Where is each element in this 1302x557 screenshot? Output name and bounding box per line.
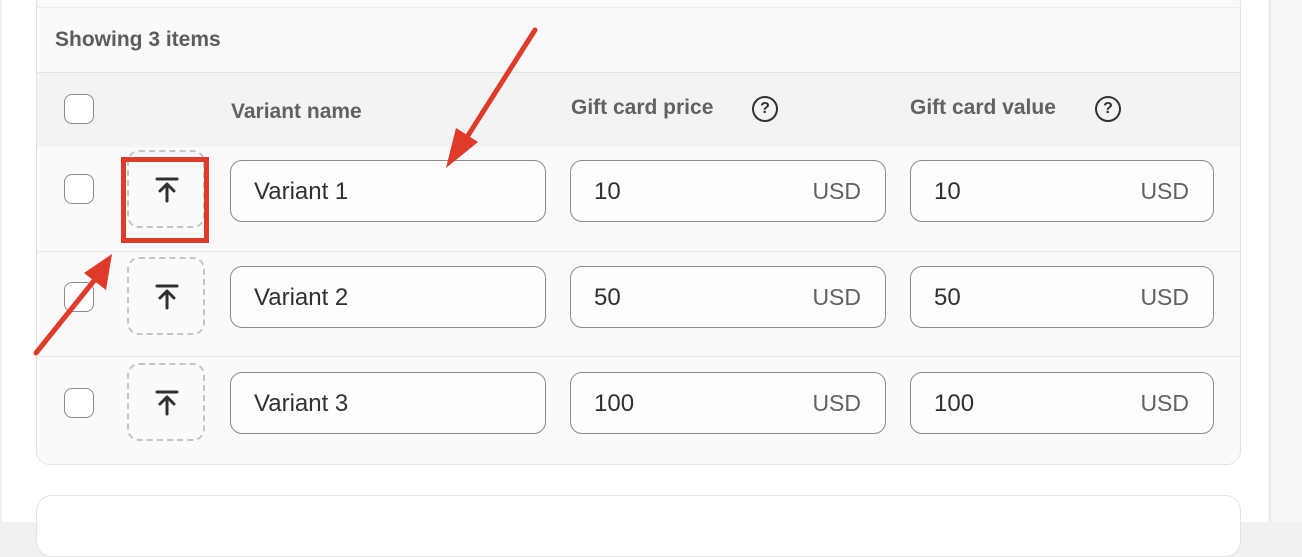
currency-suffix: USD bbox=[812, 178, 861, 204]
variant-name-input[interactable]: Variant 3 bbox=[230, 372, 546, 434]
page-scroll-gutter bbox=[1270, 0, 1302, 522]
row-checkbox[interactable] bbox=[64, 282, 94, 312]
table-row: Variant 3 100 USD 100 USD bbox=[37, 357, 1240, 462]
value-value: 100 bbox=[934, 390, 975, 417]
value-value: 10 bbox=[934, 178, 961, 205]
divider bbox=[37, 7, 1240, 8]
variant-name-value: Variant 3 bbox=[254, 390, 349, 417]
table-row: Variant 1 10 USD 10 USD bbox=[37, 147, 1240, 252]
question-circle-icon[interactable]: ? bbox=[1095, 96, 1121, 122]
currency-suffix: USD bbox=[812, 390, 861, 416]
upload-media-button[interactable] bbox=[127, 257, 205, 335]
variant-name-value: Variant 2 bbox=[254, 284, 349, 311]
column-header-variant-name: Variant name bbox=[231, 100, 362, 123]
gift-card-price-input[interactable]: 50 USD bbox=[570, 266, 886, 328]
select-all-checkbox[interactable] bbox=[64, 94, 94, 124]
price-value: 50 bbox=[594, 284, 621, 311]
next-card bbox=[36, 495, 1241, 557]
variants-card: Showing 3 items Variant name Gift card p… bbox=[2, 0, 1268, 557]
variants-table-panel: Showing 3 items Variant name Gift card p… bbox=[36, 0, 1241, 465]
gift-card-value-input[interactable]: 100 USD bbox=[910, 372, 1214, 434]
row-checkbox[interactable] bbox=[64, 174, 94, 204]
currency-suffix: USD bbox=[812, 284, 861, 310]
variant-name-value: Variant 1 bbox=[254, 178, 349, 205]
currency-suffix: USD bbox=[1140, 390, 1189, 416]
row-checkbox[interactable] bbox=[64, 388, 94, 418]
price-value: 100 bbox=[594, 390, 635, 417]
column-header-gift-card-value: Gift card value bbox=[910, 96, 1056, 119]
items-count-label: Showing 3 items bbox=[55, 28, 221, 51]
variant-name-input[interactable]: Variant 1 bbox=[230, 160, 546, 222]
value-value: 50 bbox=[934, 284, 961, 311]
currency-suffix: USD bbox=[1140, 178, 1189, 204]
question-circle-icon[interactable]: ? bbox=[752, 96, 778, 122]
column-header-gift-card-price: Gift card price bbox=[571, 96, 714, 119]
currency-suffix: USD bbox=[1140, 284, 1189, 310]
upload-arrow-icon bbox=[155, 390, 179, 416]
variant-name-input[interactable]: Variant 2 bbox=[230, 266, 546, 328]
gift-card-price-input[interactable]: 100 USD bbox=[570, 372, 886, 434]
table-header: Variant name Gift card price ? Gift card… bbox=[37, 72, 1240, 148]
gift-card-value-input[interactable]: 50 USD bbox=[910, 266, 1214, 328]
gift-card-price-input[interactable]: 10 USD bbox=[570, 160, 886, 222]
price-value: 10 bbox=[594, 178, 621, 205]
annotation-highlight-box bbox=[121, 157, 209, 243]
table-row: Variant 2 50 USD 50 USD bbox=[37, 252, 1240, 357]
upload-media-button[interactable] bbox=[127, 363, 205, 441]
gift-card-value-input[interactable]: 10 USD bbox=[910, 160, 1214, 222]
upload-arrow-icon bbox=[155, 284, 179, 310]
